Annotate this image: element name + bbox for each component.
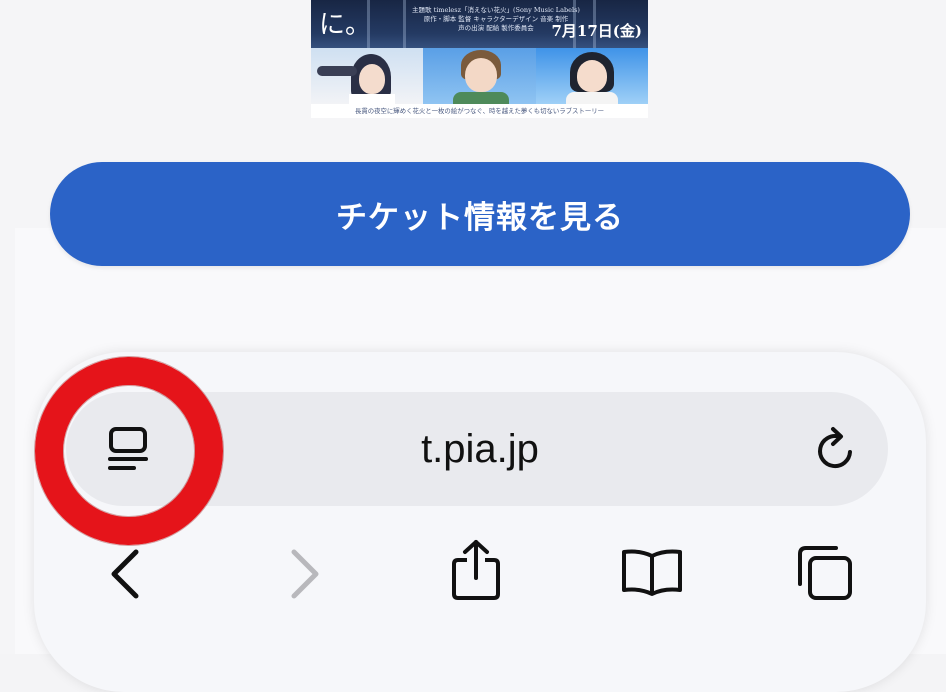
chevron-right-icon[interactable] <box>282 548 326 600</box>
chevron-left-icon[interactable] <box>104 548 148 600</box>
poster-credits-line: 主題歌 timelesz「消えない花火」(Sony Music Labels) <box>412 6 580 14</box>
movie-poster-image: に。 主題歌 timelesz「消えない花火」(Sony Music Label… <box>311 0 648 118</box>
character-shirt <box>453 92 509 104</box>
poster-tagline: 長貫の夜空に輝めく花火と一枚の絵がつなぐ、時を越えた夢くも切ないラブストーリー <box>311 104 648 118</box>
poster-character-panel <box>536 48 648 104</box>
ticket-info-button[interactable]: チケット情報を見る <box>50 162 910 266</box>
character-face <box>359 64 385 94</box>
url-text[interactable]: t.pia.jp <box>330 420 630 478</box>
poster-title-fragment: に。 <box>319 10 372 40</box>
character-face <box>577 60 607 92</box>
highlight-annotation-circle <box>35 357 223 545</box>
poster-character-panel <box>423 48 536 104</box>
character-shirt <box>566 92 618 104</box>
reload-icon[interactable] <box>813 424 859 472</box>
character-ponytail <box>317 66 357 76</box>
poster-night-sky: に。 主題歌 timelesz「消えない花火」(Sony Music Label… <box>311 0 648 48</box>
character-face <box>465 58 497 92</box>
book-icon[interactable] <box>620 546 684 598</box>
share-icon[interactable] <box>450 538 502 602</box>
poster-release-date: 7月17日(金) <box>551 22 642 40</box>
poster-light-beam <box>403 0 406 48</box>
tabs-icon[interactable] <box>796 544 856 604</box>
character-uniform <box>349 94 395 104</box>
poster-character-panel <box>311 48 423 104</box>
